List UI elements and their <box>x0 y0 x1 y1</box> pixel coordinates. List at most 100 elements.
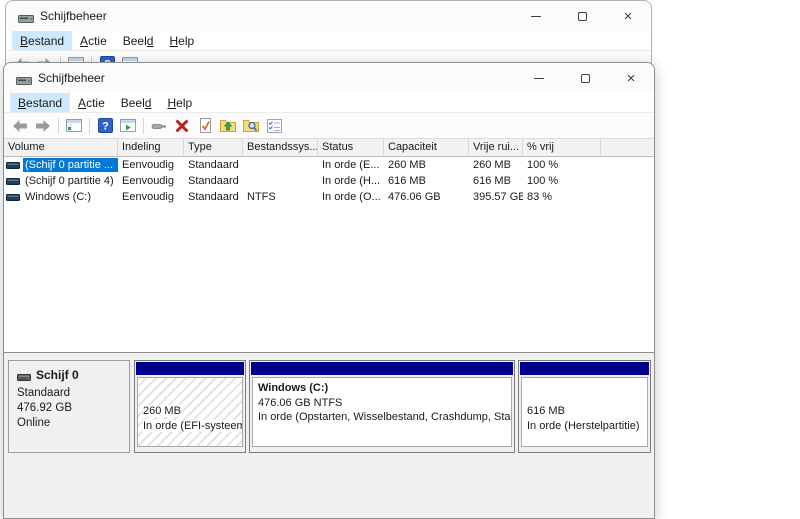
cell-indeling: Eenvoudig <box>118 175 184 187</box>
column-header-type[interactable]: Type <box>184 139 243 157</box>
maximize-icon <box>578 12 587 21</box>
volume-icon <box>6 192 20 202</box>
close-button[interactable]: × <box>608 63 654 93</box>
volume-list-header: Volume Indeling Type Bestandssys... Stat… <box>4 139 654 157</box>
disk-icon <box>17 371 31 381</box>
volume-name: (Schijf 0 partitie 4) <box>23 174 116 188</box>
table-row[interactable]: Windows (C:) Eenvoudig Standaard NTFS In… <box>4 189 654 205</box>
cell-type: Standaard <box>184 175 243 187</box>
cell-pct-vrij: 100 % <box>523 159 601 171</box>
volume-icon <box>6 176 20 186</box>
cell-vrije-ruimte: 395.57 GB <box>469 191 523 203</box>
disk-type: Standaard <box>17 386 129 401</box>
partition-name: Windows (C:) <box>258 381 506 396</box>
check-doc-icon[interactable] <box>194 115 216 137</box>
cell-status: In orde (E... <box>318 159 384 171</box>
minimize-button[interactable] <box>513 1 559 31</box>
app-icon <box>18 11 32 21</box>
maximize-button[interactable] <box>562 63 608 93</box>
minimize-icon <box>531 16 541 17</box>
cell-type: Standaard <box>184 159 243 171</box>
maximize-icon <box>581 74 590 83</box>
cell-capaciteit: 476.06 GB <box>384 191 469 203</box>
cell-type: Standaard <box>184 191 243 203</box>
menu-bestand[interactable]: Bestand <box>12 31 72 50</box>
column-header-filler <box>601 139 654 157</box>
close-icon: × <box>624 8 633 25</box>
cell-status: In orde (H... <box>318 175 384 187</box>
partition-color-bar <box>520 362 649 375</box>
tool-icon[interactable] <box>148 115 170 137</box>
column-header-vrije-ruimte[interactable]: Vrije rui... <box>469 139 523 157</box>
maximize-button[interactable] <box>559 1 605 31</box>
window-title: Schijfbeheer <box>38 71 105 85</box>
disk-graphical-view: Schijf 0 Standaard 476.92 GB Online 260 … <box>4 360 654 456</box>
foreground-window[interactable]: Schijfbeheer × Bestand Actie Beeld Help … <box>3 62 655 519</box>
cell-vrije-ruimte: 260 MB <box>469 159 523 171</box>
menu-help[interactable]: Help <box>161 31 202 50</box>
action-pane-icon[interactable] <box>117 115 139 137</box>
menu-bestand[interactable]: Bestand <box>10 93 70 112</box>
partition-size: 260 MB <box>143 405 181 417</box>
cell-vrije-ruimte: 616 MB <box>469 175 523 187</box>
forward-icon[interactable] <box>32 115 54 137</box>
back-icon[interactable] <box>9 115 31 137</box>
volume-name: Windows (C:) <box>23 190 93 204</box>
menu-actie[interactable]: Actie <box>72 31 115 50</box>
partition-size: 476.06 GB NTFS <box>258 396 506 411</box>
volume-list: Volume Indeling Type Bestandssys... Stat… <box>4 139 654 353</box>
toolbar-separator <box>89 118 90 134</box>
open-folder-icon[interactable] <box>217 115 239 137</box>
menu-help[interactable]: Help <box>159 93 200 112</box>
menu-bar: Bestand Actie Beeld Help <box>4 93 654 113</box>
partition-status: In orde (Opstarten, Wisselbestand, Crash… <box>258 410 506 425</box>
partition-recovery[interactable]: 616 MB In orde (Herstelpartitie) <box>518 360 651 453</box>
pane-splitter[interactable] <box>4 353 654 360</box>
partition-windows-c[interactable]: Windows (C:) 476.06 GB NTFS In orde (Ops… <box>249 360 515 453</box>
volume-name: (Schijf 0 partitie ... <box>23 158 118 172</box>
toolbar-separator <box>58 118 59 134</box>
close-button[interactable]: × <box>605 1 651 31</box>
disk-name: Schijf 0 <box>36 368 79 383</box>
column-header-indeling[interactable]: Indeling <box>118 139 184 157</box>
table-row[interactable]: (Schijf 0 partitie ... Eenvoudig Standaa… <box>4 157 654 173</box>
close-icon: × <box>627 70 636 87</box>
column-header-capaciteit[interactable]: Capaciteit <box>384 139 469 157</box>
titlebar[interactable]: Schijfbeheer × <box>6 1 651 31</box>
cell-pct-vrij: 100 % <box>523 175 601 187</box>
cell-pct-vrij: 83 % <box>523 191 601 203</box>
volume-icon <box>6 160 20 170</box>
titlebar[interactable]: Schijfbeheer × <box>4 63 654 93</box>
column-header-bestandssysteem[interactable]: Bestandssys... <box>243 139 318 157</box>
help-icon[interactable]: ? <box>94 115 116 137</box>
menu-beeld[interactable]: Beeld <box>115 31 162 50</box>
minimize-button[interactable] <box>516 63 562 93</box>
app-icon <box>16 73 30 83</box>
partition-size: 616 MB <box>527 405 565 417</box>
toolbar-separator <box>143 118 144 134</box>
table-row[interactable]: (Schijf 0 partitie 4) Eenvoudig Standaar… <box>4 173 654 189</box>
toolbar: ? <box>4 113 654 139</box>
partition-status: In orde (EFI-systeemp <box>143 420 243 432</box>
column-header-status[interactable]: Status <box>318 139 384 157</box>
partition-efi[interactable]: 260 MB In orde (EFI-systeemp <box>134 360 246 453</box>
svg-text:?: ? <box>102 121 109 133</box>
explore-folder-icon[interactable] <box>240 115 262 137</box>
menu-bar: Bestand Actie Beeld Help <box>6 31 651 51</box>
column-header-pct-vrij[interactable]: % vrij <box>523 139 601 157</box>
delete-volume-icon[interactable] <box>171 115 193 137</box>
disk-info-box[interactable]: Schijf 0 Standaard 476.92 GB Online <box>8 360 130 453</box>
menu-beeld[interactable]: Beeld <box>113 93 160 112</box>
cell-indeling: Eenvoudig <box>118 191 184 203</box>
properties-icon[interactable] <box>263 115 285 137</box>
disk-status: Online <box>17 416 129 431</box>
window-title: Schijfbeheer <box>40 9 107 23</box>
cell-capaciteit: 260 MB <box>384 159 469 171</box>
disk-size: 476.92 GB <box>17 401 129 416</box>
partition-color-bar <box>136 362 244 375</box>
menu-actie[interactable]: Actie <box>70 93 113 112</box>
console-tree-icon[interactable] <box>63 115 85 137</box>
cell-indeling: Eenvoudig <box>118 159 184 171</box>
cell-capaciteit: 616 MB <box>384 175 469 187</box>
column-header-volume[interactable]: Volume <box>4 139 118 157</box>
